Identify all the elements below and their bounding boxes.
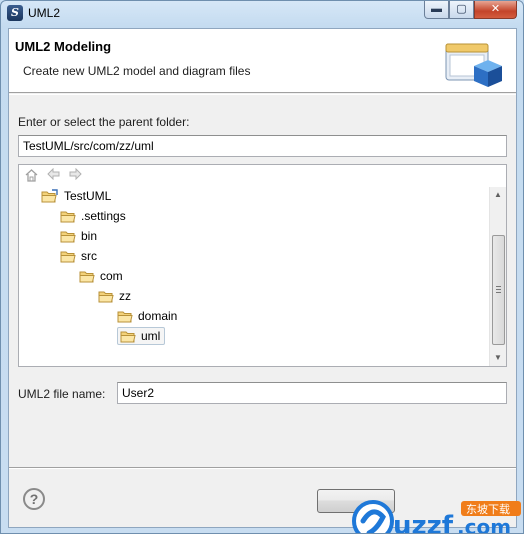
scroll-grip-icon <box>496 286 501 293</box>
scroll-up-icon[interactable]: ▲ <box>490 187 506 203</box>
tree-item-src[interactable]: src <box>60 247 97 265</box>
footer-divider-highlight <box>9 468 516 469</box>
svg-text:东坡下载: 东坡下载 <box>466 503 510 516</box>
parent-folder-input[interactable]: TestUML/src/com/zz/uml <box>18 135 507 157</box>
file-name-input[interactable]: User2 <box>117 382 507 404</box>
wizard-banner-icon <box>445 43 502 87</box>
file-name-label: UML2 file name: <box>18 387 106 401</box>
back-arrow-icon[interactable] <box>45 167 62 184</box>
scroll-down-icon[interactable]: ▼ <box>490 350 506 366</box>
minimize-button[interactable]: ▬ <box>424 1 449 19</box>
folder-icon <box>60 250 81 263</box>
banner-divider <box>9 94 516 95</box>
window-controls: ▬ ▢ ✕ <box>424 1 517 20</box>
folder-icon <box>120 330 141 343</box>
app-icon: S <box>7 5 23 21</box>
tree-item-uml[interactable]: uml <box>117 327 166 345</box>
tree-item-label: TestUML <box>64 189 112 203</box>
tree-item-label: zz <box>119 289 131 303</box>
folder-icon <box>60 230 81 243</box>
folder-tree[interactable]: TestUML .settings bin src com zz domain uml ▲ ▼ <box>18 164 507 367</box>
dialog-content: UML2 Modeling Create new UML2 model and … <box>8 28 521 533</box>
home-icon[interactable] <box>23 168 40 184</box>
window-title: UML2 <box>28 6 61 20</box>
tree-item-bin[interactable]: bin <box>60 227 97 245</box>
tree-scrollbar[interactable]: ▲ ▼ <box>489 187 506 366</box>
tree-item-label: com <box>100 269 123 283</box>
forward-arrow-icon[interactable] <box>67 167 84 184</box>
folder-icon <box>98 290 119 303</box>
maximize-button[interactable]: ▢ <box>449 1 474 19</box>
title-bar[interactable]: S UML2 ▬ ▢ ✕ <box>1 1 523 27</box>
tree-toolbar <box>23 167 84 184</box>
tree-item-label: .settings <box>81 209 126 223</box>
close-button[interactable]: ✕ <box>474 1 517 19</box>
dialog-window: S UML2 ▬ ▢ ✕ UML2 Modeling Create new UM… <box>0 0 524 534</box>
folder-icon <box>117 310 138 323</box>
tree-item-label: src <box>81 249 97 263</box>
tree-item-domain[interactable]: domain <box>117 307 177 325</box>
tree-item-label: bin <box>81 229 98 243</box>
tree-item-com[interactable]: com <box>79 267 123 285</box>
banner-title: UML2 Modeling <box>15 39 112 54</box>
help-icon[interactable]: ? <box>23 488 45 510</box>
svg-text:.com: .com <box>457 515 511 534</box>
tree-item-testuml[interactable]: TestUML <box>41 187 111 205</box>
uzzf-watermark-logo: uzzf .com 东坡下载 <box>352 500 521 534</box>
tree-item-settings[interactable]: .settings <box>60 207 126 225</box>
tree-item-zz[interactable]: zz <box>98 287 131 305</box>
parent-folder-label: Enter or select the parent folder: <box>18 115 190 129</box>
folder-icon <box>79 270 100 283</box>
project-folder-icon <box>41 189 64 203</box>
scroll-thumb[interactable] <box>492 235 505 345</box>
banner-description: Create new UML2 model and diagram files <box>23 64 251 78</box>
wizard-banner: UML2 Modeling Create new UML2 model and … <box>9 29 516 93</box>
tree-item-label: uml <box>141 329 161 343</box>
tree-item-label: domain <box>138 309 178 323</box>
svg-text:uzzf: uzzf <box>393 511 454 534</box>
folder-icon <box>60 210 81 223</box>
